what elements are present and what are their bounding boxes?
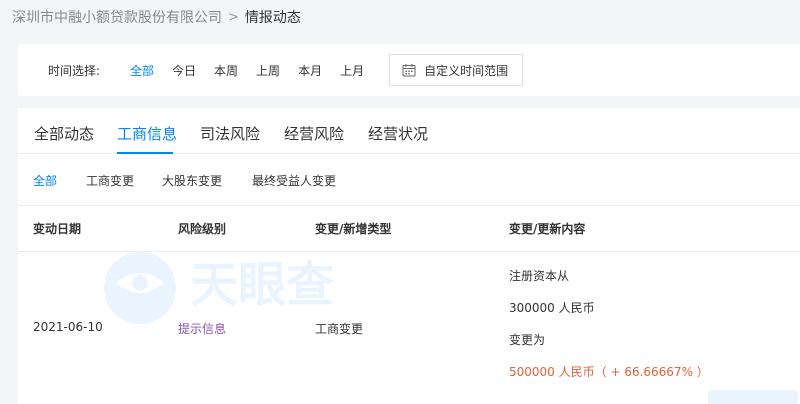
subtab-business-change[interactable]: 工商变更: [86, 172, 134, 189]
category-tabs: 全部动态 工商信息 司法风险 经营风险 经营状况: [18, 108, 800, 154]
column-header-change-content: 变更/更新内容: [509, 222, 586, 236]
time-option-this-week[interactable]: 本周: [214, 62, 238, 79]
row-date: 2021-06-10: [33, 320, 103, 334]
time-filter-label: 时间选择:: [48, 63, 101, 78]
time-filter-bar: 时间选择: 全部 今日 本周 上周 本月 上月 自定义时间范围: [18, 44, 800, 96]
subtab-major-shareholder-change[interactable]: 大股东变更: [162, 172, 222, 189]
sub-filter-tabs: 全部 工商变更 大股东变更 最终受益人变更: [18, 154, 800, 206]
column-header-change-type: 变更/新增类型: [315, 222, 392, 236]
breadcrumb-company-link[interactable]: 深圳市中融小额贷款股份有限公司: [12, 7, 222, 27]
time-option-this-month[interactable]: 本月: [298, 62, 322, 79]
breadcrumb-current: 情报动态: [244, 10, 301, 26]
column-header-risk-level: 风险级别: [178, 222, 227, 236]
tab-operational-status[interactable]: 经营状况: [368, 123, 428, 144]
row-content-line-2: 300000 人民币: [509, 301, 595, 315]
time-option-today[interactable]: 今日: [172, 62, 196, 79]
subtab-beneficial-owner-change[interactable]: 最终受益人变更: [252, 172, 336, 189]
time-option-last-week[interactable]: 上周: [256, 62, 280, 79]
row-change-type: 工商变更: [315, 322, 364, 336]
breadcrumb-separator: >: [228, 9, 239, 25]
calendar-icon: [402, 64, 416, 77]
row-content-line-1: 注册资本从: [509, 269, 570, 283]
table-row: 2021-06-10 提示信息 工商变更 注册资本从 300000 人民币 变更…: [18, 253, 800, 404]
subtab-all[interactable]: 全部: [33, 172, 57, 189]
row-content-line-3: 变更为: [509, 333, 546, 347]
custom-time-range-button[interactable]: 自定义时间范围: [389, 54, 524, 86]
breadcrumb: 深圳市中融小额贷款股份有限公司 > 情报动态: [12, 0, 301, 34]
tab-operational-risk[interactable]: 经营风险: [284, 123, 344, 144]
time-option-last-month[interactable]: 上月: [340, 62, 364, 79]
row-risk-level[interactable]: 提示信息: [178, 320, 226, 337]
time-option-all[interactable]: 全部: [130, 62, 154, 79]
row-content-line-4: 500000 人民币（ + 66.66667% ）: [509, 365, 709, 379]
intel-main-panel: 天眼查 全部动态 工商信息 司法风险 经营风险 经营状况 全部 工商变更 大股东…: [18, 108, 800, 404]
tab-judicial-risk[interactable]: 司法风险: [200, 123, 260, 144]
tab-business-info[interactable]: 工商信息: [117, 123, 177, 144]
tab-all-updates[interactable]: 全部动态: [34, 123, 94, 144]
custom-time-range-label: 自定义时间范围: [424, 63, 509, 78]
table-header: 变动日期 风险级别 变更/新增类型 变更/更新内容: [18, 206, 800, 252]
column-header-date: 变动日期: [33, 222, 82, 236]
